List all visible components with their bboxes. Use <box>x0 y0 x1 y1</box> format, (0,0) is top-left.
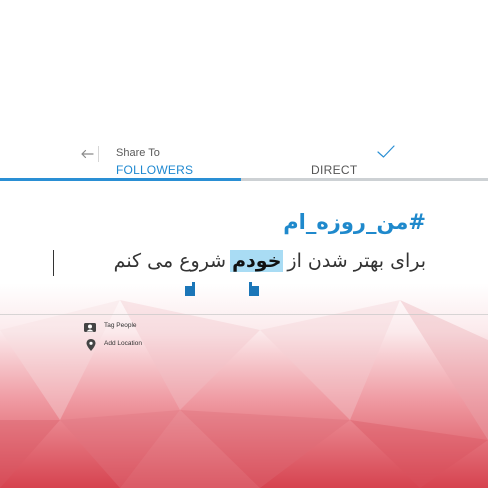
header-divider <box>98 146 99 162</box>
share-to-title: Share To <box>116 147 160 159</box>
low-poly-backdrop <box>0 0 488 488</box>
tab-indicator-active <box>0 178 241 181</box>
back-button[interactable] <box>76 144 98 164</box>
tab-direct[interactable]: DIRECT <box>311 163 357 177</box>
tag-people-option[interactable]: Tag People <box>104 322 137 329</box>
checkmark-icon[interactable] <box>374 143 398 161</box>
location-pin-icon <box>86 339 96 351</box>
tab-followers[interactable]: FOLLOWERS <box>116 163 193 177</box>
caption-hashtag: #من_روزه_ام <box>283 210 426 234</box>
arrow-left-icon <box>81 149 94 159</box>
caption-text-before: برای بهتر شدن از <box>287 250 426 272</box>
selected-text[interactable]: خودم <box>230 250 284 272</box>
add-location-option[interactable]: Add Location <box>104 340 142 347</box>
section-divider <box>0 314 488 315</box>
caption-input[interactable]: برای بهتر شدن از خودم شروع می کنم <box>114 250 426 272</box>
tag-people-icon <box>84 323 96 332</box>
text-cursor <box>53 250 54 276</box>
selection-handle-end[interactable] <box>249 282 259 296</box>
selection-handle-start[interactable] <box>185 282 195 296</box>
caption-text-after: شروع می کنم <box>113 250 227 272</box>
